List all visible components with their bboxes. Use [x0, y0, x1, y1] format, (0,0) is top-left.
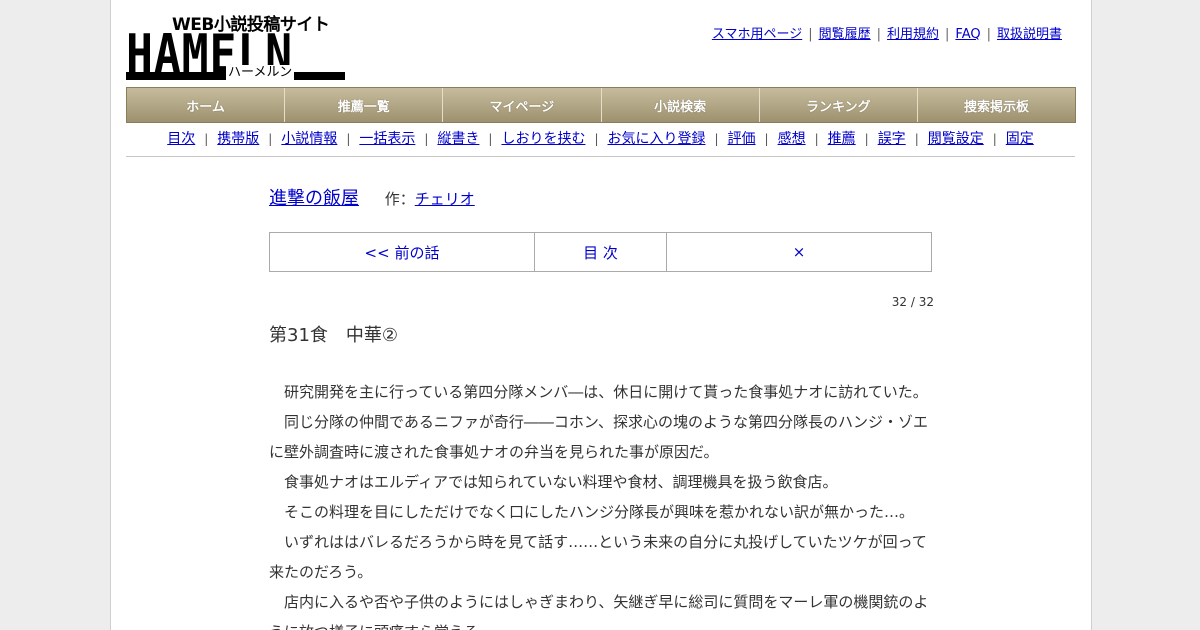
paragraph: 食事処ナオはエルディアでは知られていない料理や食材、調理機具を扱う飲食店。	[284, 473, 838, 491]
logo-kana: ハーメルン	[226, 65, 295, 80]
link-smartphone-page[interactable]: スマホ用ページ	[712, 27, 802, 42]
subnav-favorite[interactable]: お気に入り登録	[608, 131, 706, 147]
paragraph: いずれははバレるだろうから時を見て話す……という未来の自分に丸投げしていたツケが…	[269, 533, 927, 581]
sub-nav: 目次 | 携帯版 | 小説情報 | 一括表示 | 縦書き | しおりを挟む | お気に入り登録 | 評価 | 感…	[126, 128, 1075, 157]
subnav-novel-info[interactable]: 小説情報	[281, 131, 337, 147]
top-links: スマホ用ページ | 閲覧履歴 | 利用規約 | FAQ | 取扱説明書	[711, 27, 1062, 42]
author-label: 作：	[384, 190, 415, 208]
subnav-toc[interactable]: 目次	[167, 131, 195, 147]
link-faq[interactable]: FAQ	[955, 27, 980, 42]
chapter-title: 第31食 中華②	[269, 325, 399, 346]
nav-ranking[interactable]: ランキング	[759, 88, 918, 122]
page-container: WEB小説投稿サイト HAMELN ハーメルン スマホ用ページ | 閲覧履歴 | 利用規…	[110, 0, 1092, 630]
subnav-vertical[interactable]: 縦書き	[437, 131, 479, 147]
nav-novel-search[interactable]: 小説検索	[601, 88, 760, 122]
nav-mypage[interactable]: マイページ	[443, 88, 602, 122]
author-line: 作：チェリオ	[385, 190, 475, 208]
link-history[interactable]: 閲覧履歴	[819, 27, 871, 42]
nav-search-board[interactable]: 捜索掲示板	[917, 88, 1076, 122]
paragraph: 研究開発を主に行っている第四分隊メンバ―は、休日に開けて貰った食事処ナオに訪れて…	[284, 383, 928, 401]
subnav-typo[interactable]: 誤字	[878, 131, 906, 147]
chapter-nav: << 前の話 目 次 ×	[269, 232, 932, 272]
link-manual[interactable]: 取扱説明書	[997, 27, 1062, 42]
paragraph: 同じ分隊の仲間であるニファが奇行――コホン、探求心の塊のような第四分隊長のハンジ…	[269, 413, 928, 461]
paragraph: 店内に入るや否や子供のようにはしゃぎまわり、矢継ぎ早に総司に質問をマーレ軍の機関…	[269, 593, 929, 630]
chapter-counter: 32 / 32	[891, 295, 934, 309]
subnav-rating[interactable]: 評価	[728, 131, 756, 147]
subnav-bookmark[interactable]: しおりを挟む	[501, 131, 585, 147]
novel-title-link[interactable]: 進撃の飯屋	[269, 188, 359, 209]
subnav-view-settings[interactable]: 閲覧設定	[928, 131, 984, 147]
next-chapter-button[interactable]: ×	[667, 233, 931, 271]
main-nav: ホーム 推薦一覧 マイページ 小説検索 ランキング 捜索掲示板	[126, 87, 1076, 123]
subnav-review[interactable]: 感想	[778, 131, 806, 147]
toc-button[interactable]: 目 次	[535, 233, 667, 271]
subnav-pin[interactable]: 固定	[1006, 131, 1034, 147]
novel-heading: 進撃の飯屋 作：チェリオ	[269, 184, 475, 210]
nav-home[interactable]: ホーム	[127, 88, 286, 122]
prev-chapter-button[interactable]: << 前の話	[270, 233, 535, 271]
subnav-mobile[interactable]: 携帯版	[217, 131, 259, 147]
subnav-recommend[interactable]: 推薦	[828, 131, 856, 147]
hameln-logo[interactable]: WEB小説投稿サイト HAMELN ハーメルン	[126, 10, 346, 82]
author-link[interactable]: チェリオ	[415, 190, 475, 208]
chapter-body: 研究開発を主に行っている第四分隊メンバ―は、休日に開けて貰った食事処ナオに訪れて…	[269, 377, 934, 630]
subnav-show-all[interactable]: 一括表示	[359, 131, 415, 147]
nav-recommend-list[interactable]: 推薦一覧	[285, 88, 444, 122]
paragraph: そこの料理を目にしただけでなく口にしたハンジ分隊長が興味を惹かれない訳が無かった…	[284, 503, 915, 521]
link-terms[interactable]: 利用規約	[887, 27, 939, 42]
